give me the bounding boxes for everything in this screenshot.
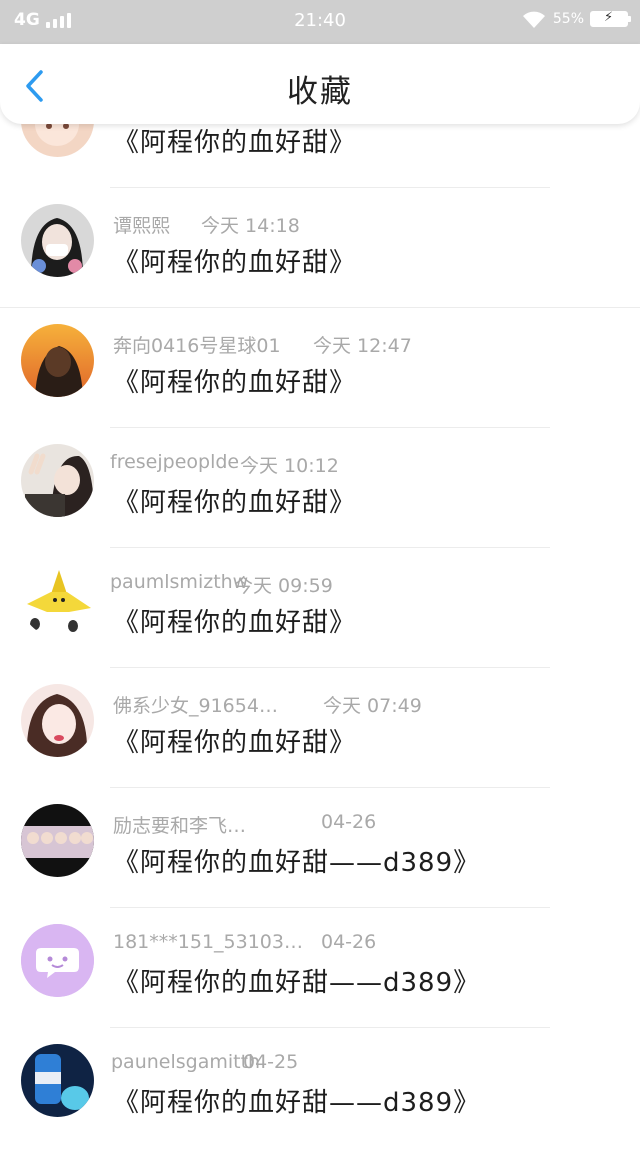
username[interactable]: 励志要和李飞… — [113, 815, 246, 837]
favorite-title: 《阿程你的血好甜》 — [113, 128, 357, 158]
item-meta: 谭熙熙 今天 14:18 — [113, 211, 300, 238]
item-meta: 佛系少女_91654… 今天 07:49 — [113, 691, 422, 718]
divider — [110, 1027, 550, 1028]
divider — [110, 907, 550, 908]
timestamp: 今天 12:47 — [313, 335, 412, 357]
favorite-title: 《阿程你的血好甜》 — [113, 488, 357, 518]
divider — [110, 187, 550, 188]
item-meta: 励志要和李飞… 04-26 — [113, 811, 376, 838]
page-title: 收藏 — [287, 74, 353, 110]
battery-icon: ⚡ — [590, 10, 631, 27]
chat-bubble-icon — [21, 924, 94, 997]
username[interactable]: paunelsgamitth — [111, 1051, 260, 1073]
favorite-title: 《阿程你的血好甜》 — [113, 248, 357, 278]
favorite-title: 《阿程你的血好甜——d389》 — [113, 968, 481, 998]
username[interactable]: 谭熙熙 — [113, 215, 170, 237]
avatar[interactable] — [21, 684, 94, 757]
divider — [110, 667, 550, 668]
list-item[interactable]: 励志要和李飞… 04-26 《阿程你的血好甜——d389》 — [0, 804, 640, 924]
favorite-title: 《阿程你的血好甜——d389》 — [113, 1088, 481, 1118]
list-item[interactable]: 谭熙熙 今天 14:18 《阿程你的血好甜》 — [0, 204, 640, 324]
timestamp: 今天 10:12 — [240, 455, 339, 477]
status-icons: 55% ⚡ — [521, 9, 631, 29]
timestamp: 今天 09:59 — [234, 575, 333, 597]
divider — [110, 427, 550, 428]
avatar[interactable] — [21, 564, 94, 637]
favorite-title: 《阿程你的血好甜——d389》 — [113, 848, 481, 878]
favorite-title: 《阿程你的血好甜》 — [113, 368, 357, 398]
avatar[interactable] — [21, 204, 94, 277]
blue-bottle-avatar — [21, 1044, 94, 1117]
avatar[interactable] — [21, 804, 94, 877]
username[interactable]: fresejpeoplde — [110, 451, 239, 473]
favorite-title: 《阿程你的血好甜》 — [113, 728, 357, 758]
pink-girl-avatar — [21, 684, 94, 757]
list-item[interactable]: fresejpeoplde 今天 10:12 《阿程你的血好甜》 — [0, 444, 640, 564]
divider — [110, 547, 550, 548]
list-item[interactable]: 佛系少女_91654… 今天 07:49 《阿程你的血好甜》 — [0, 684, 640, 804]
item-meta: 奔向0416号星球01 今天 12:47 — [113, 331, 412, 358]
divider — [110, 787, 550, 788]
favorite-title: 《阿程你的血好甜》 — [113, 608, 357, 638]
status-bar: 4G 21:40 55% ⚡ — [0, 0, 640, 44]
wifi-icon — [522, 11, 545, 28]
avatar[interactable] — [21, 324, 94, 397]
avatar[interactable] — [21, 1044, 94, 1117]
peace-girl-avatar — [21, 444, 94, 517]
timestamp: 04-25 — [243, 1051, 299, 1073]
charging-icon: ⚡ — [604, 10, 614, 25]
timestamp: 04-26 — [321, 931, 377, 953]
timestamp: 今天 14:18 — [201, 215, 300, 237]
username[interactable]: 佛系少女_91654… — [113, 695, 278, 717]
girl-mask-avatar — [21, 204, 94, 277]
timestamp: 04-26 — [321, 811, 377, 833]
item-meta: fresejpeoplde 今天 10:12 — [110, 451, 339, 477]
item-meta: paunelsgamitth 04-25 — [111, 1051, 298, 1073]
username[interactable]: paumlsmizthw — [110, 571, 248, 593]
username[interactable]: 181***151_53103… — [113, 931, 303, 953]
divider — [0, 307, 640, 308]
group-photo-avatar — [21, 804, 94, 877]
username[interactable]: 奔向0416号星球01 — [113, 335, 281, 357]
item-meta: 181***151_53103… 04-26 — [113, 931, 376, 953]
avatar[interactable] — [21, 924, 94, 997]
list-item[interactable]: 181***151_53103… 04-26 《阿程你的血好甜——d389》 — [0, 924, 640, 1044]
list-item[interactable]: 奔向0416号星球01 今天 12:47 《阿程你的血好甜》 — [0, 324, 640, 444]
nav-header: 收藏 — [0, 44, 640, 124]
banana-figure-avatar — [21, 564, 94, 637]
item-meta: paumlsmizthw 今天 09:59 — [110, 571, 333, 597]
battery-percent: 55% — [552, 11, 584, 27]
list-item[interactable]: paunelsgamitth 04-25 《阿程你的血好甜——d389》 — [0, 1044, 640, 1164]
avatar[interactable] — [21, 444, 94, 517]
list-item[interactable]: paumlsmizthw 今天 09:59 《阿程你的血好甜》 — [0, 564, 640, 684]
timestamp: 今天 07:49 — [323, 695, 422, 717]
sunset-boy-avatar — [21, 324, 94, 397]
